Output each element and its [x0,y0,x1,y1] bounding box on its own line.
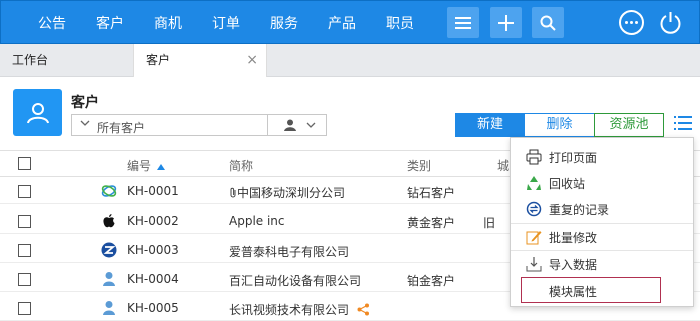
tab-customer-label: 客户 [146,53,171,67]
person-icon [103,272,115,286]
menu-item-recycle-bin[interactable]: 回收站 [511,170,693,196]
menu-item-import[interactable]: 导入数据 [511,250,693,276]
menu-item-batch-edit[interactable]: 批量修改 [511,223,693,249]
column-header-city[interactable]: 城 [497,157,509,174]
customer-code: KH-0001 [127,184,179,198]
column-header-category[interactable]: 类别 [407,157,431,174]
column-header-code-label: 编号 [127,159,152,173]
more-button[interactable] [619,10,644,35]
select-all-checkbox[interactable] [18,157,31,170]
row-checkbox[interactable] [18,185,31,198]
menu-item-print[interactable]: 打印页面 [511,144,693,170]
nav-item-order[interactable]: 订单 [212,13,240,33]
view-filter-value: 所有客户 [97,121,146,135]
search-button[interactable] [532,7,564,38]
menu-item-label: 回收站 [549,177,586,191]
share-icon[interactable] [357,303,370,316]
tab-bar: 工作台 客户 × [0,44,700,77]
menu-item-label: 打印页面 [549,151,598,165]
customer-code: KH-0002 [127,214,179,228]
row-checkbox[interactable] [18,273,31,286]
printer-icon [526,149,542,165]
menu-item-label: 重复的记录 [549,203,610,217]
nav-item-service[interactable]: 服务 [270,13,298,33]
menu-item-label: 导入数据 [549,258,598,272]
nav-item-customer[interactable]: 客户 [96,13,124,33]
attachment-icon [230,187,236,198]
customer-name[interactable]: 爱普泰科电子有限公司 [229,243,349,260]
customer-name-text: 中国移动深圳分公司 [237,186,346,200]
plus-icon [498,14,514,31]
row-checkbox[interactable] [18,302,31,315]
search-icon [540,15,556,31]
customer-name[interactable]: 中国移动深圳分公司 [229,184,345,201]
china-mobile-icon [101,185,117,197]
column-header-code[interactable]: 编号 [127,157,165,174]
apple-logo-icon [103,214,115,228]
edit-icon [526,231,542,245]
new-button[interactable]: 新建 [455,113,525,137]
view-filter-select[interactable]: 所有客户 [71,114,268,136]
brand-z-icon [101,242,117,258]
power-button[interactable] [658,10,683,35]
resource-pool-button[interactable]: 资源池 [594,113,664,137]
duplicate-icon [526,201,542,217]
row-checkbox[interactable] [18,215,31,228]
customer-name[interactable]: 百汇自动化设备有限公司 [229,272,361,289]
customer-module-icon [13,89,62,136]
top-navigation-bar: 公告 客户 商机 订单 服务 产品 职员 [0,0,700,44]
customer-code: KH-0004 [127,272,179,286]
customer-code: KH-0003 [127,243,179,257]
list-menu-icon[interactable] [674,115,692,131]
menu-item-label: 模块属性 [549,285,598,299]
customer-name-text: 长讯视频技术有限公司 [229,303,350,317]
import-icon [526,257,542,272]
add-button[interactable] [490,7,522,38]
customer-category: 黄金客户 [407,216,456,230]
row-checkbox[interactable] [18,244,31,257]
nav-item-opportunity[interactable]: 商机 [154,13,182,33]
person-icon [103,301,115,315]
nav-item-product[interactable]: 产品 [328,13,356,33]
customer-category: 铂金客户 [407,274,456,288]
sort-ascending-icon [156,164,165,170]
more-dots-icon [625,21,638,24]
users-icon [26,102,49,123]
delete-button[interactable]: 删除 [524,113,595,137]
customer-city: 旧 [483,216,496,230]
page-title: 客户 [71,95,99,111]
customer-category: 钻石客户 [407,186,456,200]
tab-workbench[interactable]: 工作台 [12,44,48,77]
tab-customer[interactable]: 客户 × [133,44,267,77]
nav-item-staff[interactable]: 职员 [386,13,414,33]
chevron-down-icon [306,122,316,128]
chevron-down-icon [80,120,90,126]
column-header-name[interactable]: 简称 [229,157,253,174]
hamburger-icon [455,16,471,29]
menu-item-label: 批量修改 [549,231,598,245]
power-icon [660,12,681,34]
close-icon[interactable]: × [246,44,258,77]
customer-name[interactable]: Apple inc [229,214,285,228]
owner-filter-select[interactable] [267,114,327,136]
customer-name[interactable]: 长讯视频技术有限公司 [229,301,370,318]
person-icon [284,119,296,131]
menu-item-module-properties[interactable]: 模块属性 [521,277,661,303]
nav-item-announcement[interactable]: 公告 [38,13,66,33]
recycle-icon [527,176,541,190]
menu-item-duplicates[interactable]: 重复的记录 [511,196,693,222]
more-actions-menu: 打印页面 回收站 重复的记录 批量修改 导入数据 模块属性 [510,137,694,307]
customer-code: KH-0005 [127,301,179,315]
menu-button[interactable] [447,7,479,38]
